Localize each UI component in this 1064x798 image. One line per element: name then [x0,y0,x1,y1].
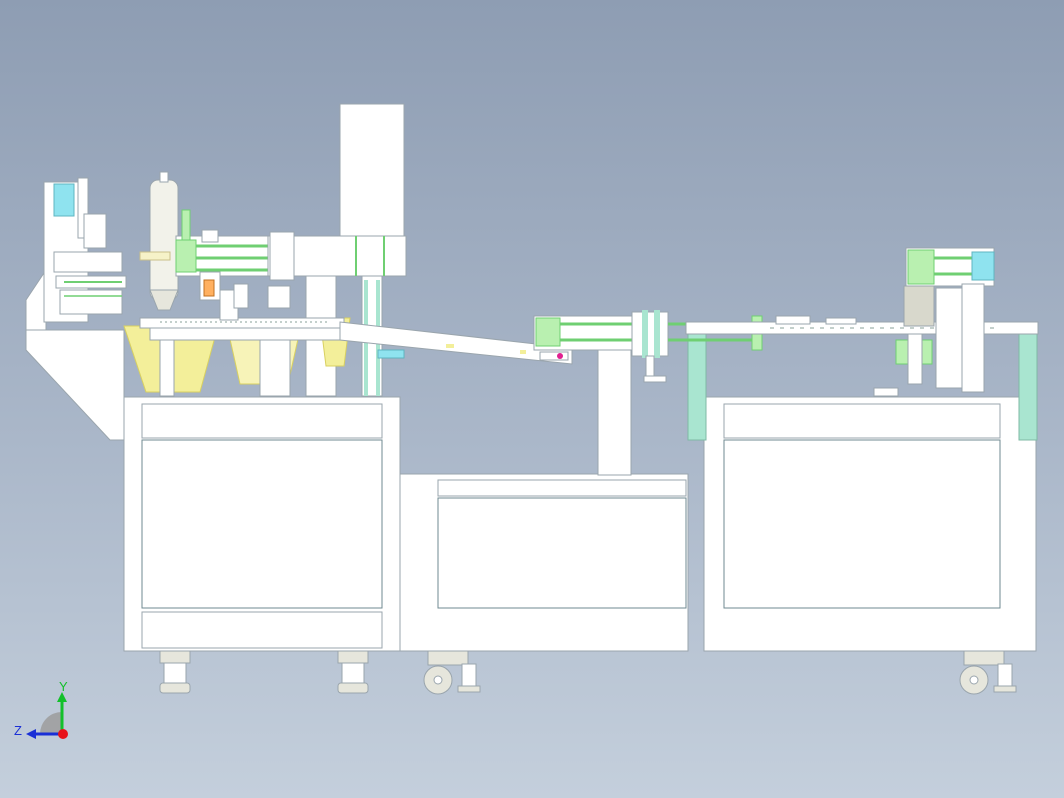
dispensing-cylinder [139,171,179,311]
z-axis-label: Z [14,723,22,738]
machine-front-view: Y Z [14,103,1039,739]
leveling-foot-2 [337,650,369,694]
caster-wheel-2 [959,650,1017,695]
x-axis-dot [58,729,68,739]
caster-wheel-1 [423,650,481,695]
middle-cabinet-door [437,497,687,609]
y-axis-label: Y [59,679,68,694]
right-rail [685,315,1039,335]
right-cabinet [685,325,1039,652]
middle-actuator [533,310,763,383]
leveling-foot-1 [159,650,191,694]
axis-triad: Y Z [14,679,68,739]
left-feeder-module [43,177,127,323]
middle-cabinet [399,344,689,652]
left-cabinet [123,396,401,652]
right-cabinet-door [723,439,1001,609]
green-actuator-left [175,209,273,301]
cad-viewport[interactable]: Y Z [0,0,1064,798]
left-cabinet-door [141,439,383,609]
